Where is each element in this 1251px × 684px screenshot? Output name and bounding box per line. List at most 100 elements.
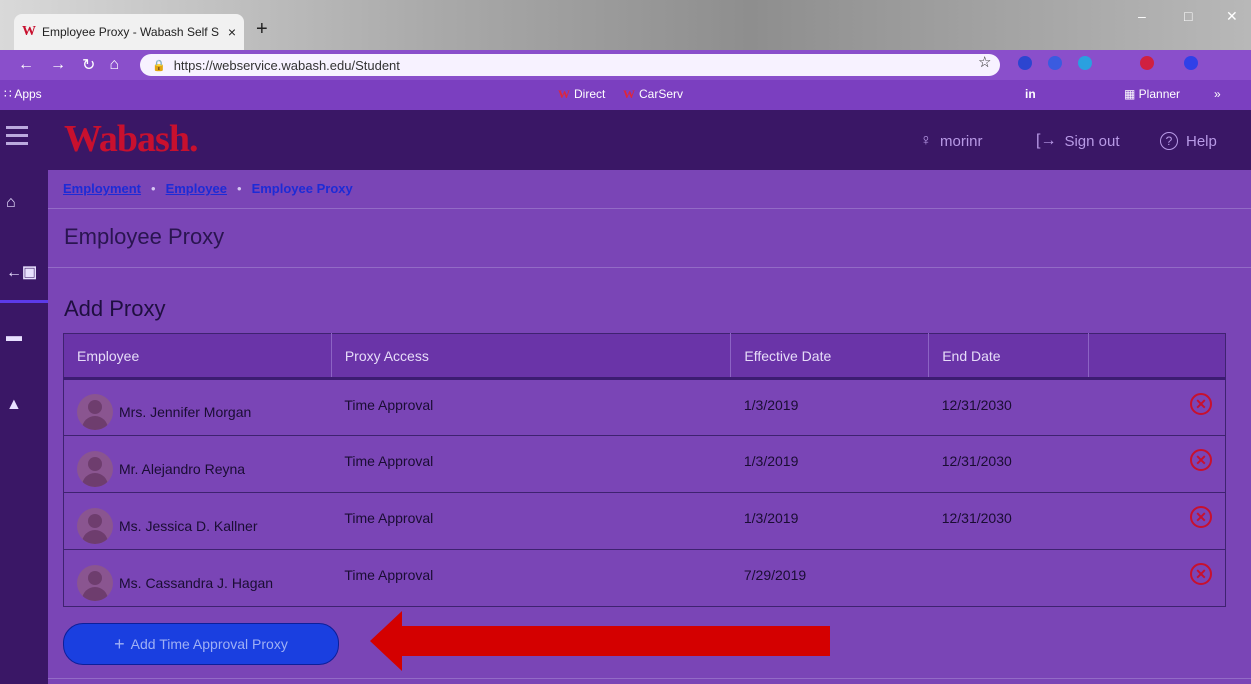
avatar — [77, 450, 113, 487]
sign-out-icon: [→ — [1036, 132, 1057, 149]
proxy-access: Time Approval — [344, 453, 434, 469]
user-menu[interactable]: ♀ morinr — [920, 132, 983, 150]
address-bar-row: ← → ↻ ⌂ 🔒 https://webservice.wabash.edu/… — [0, 50, 1251, 80]
briefcase-icon[interactable]: ▬ — [6, 328, 22, 346]
planner-icon: ▦ — [1124, 87, 1139, 101]
wabash-favicon-icon: W — [22, 24, 36, 39]
proxy-access: Time Approval — [344, 567, 434, 583]
bookmark-planner[interactable]: ▦ Planner — [1124, 87, 1180, 101]
effective-date: 1/3/2019 — [743, 453, 799, 469]
add-time-approval-proxy-button[interactable]: + Add Time Approval Proxy — [63, 623, 339, 665]
maximize-icon[interactable]: □ — [1184, 8, 1192, 24]
annotation-arrow-shape — [370, 611, 830, 671]
apps-grid-icon: ∷ — [4, 87, 15, 101]
column-header-proxy-access: Proxy Access — [331, 333, 732, 380]
profile-icon[interactable] — [1184, 56, 1198, 70]
remove-icon[interactable]: ✕ — [1190, 506, 1212, 528]
extension-icon[interactable] — [1078, 56, 1092, 70]
employee-name: Ms. Jessica D. Kallner — [119, 517, 258, 534]
forward-icon[interactable]: → — [50, 56, 66, 74]
sign-out-link[interactable]: [→ Sign out — [1036, 132, 1120, 150]
divider — [48, 267, 1251, 268]
remove-icon[interactable]: ✕ — [1190, 393, 1212, 415]
remove-icon[interactable]: ✕ — [1190, 449, 1212, 471]
page-title: Employee Proxy — [64, 224, 225, 249]
effective-date: 1/3/2019 — [743, 397, 799, 413]
extension-icon[interactable] — [1018, 56, 1032, 70]
new-tab-icon[interactable]: + — [256, 18, 268, 41]
browser-tab[interactable]: W Employee Proxy - Wabash Self S × — [14, 14, 244, 50]
bookmark-direct[interactable]: W Direct — [558, 87, 605, 102]
column-header-end-date: End Date — [928, 333, 1090, 380]
employee-name: Ms. Cassandra J. Hagan — [119, 574, 274, 591]
proxy-access: Time Approval — [344, 510, 434, 526]
tab-close-icon[interactable]: × — [228, 24, 236, 40]
proxy-access: Time Approval — [344, 397, 434, 413]
tab-title: Employee Proxy - Wabash Self S — [42, 25, 219, 39]
table-row: Mrs. Jennifer Morgan Time Approval 1/3/2… — [64, 379, 1226, 436]
reload-icon[interactable]: ↻ — [82, 55, 95, 75]
avatar — [77, 394, 113, 430]
minimize-icon[interactable]: – — [1138, 8, 1146, 24]
back-icon[interactable]: ← — [18, 56, 34, 74]
section-title: Add Proxy — [64, 296, 166, 321]
table-row: Ms. Cassandra J. Hagan Time Approval 7/2… — [63, 549, 1226, 607]
remove-icon[interactable]: ✕ — [1190, 563, 1212, 585]
avatar — [77, 507, 113, 544]
wabash-favicon-icon: W — [558, 87, 570, 101]
breadcrumb: Employment • Employee • Employee Proxy — [63, 181, 353, 196]
wabash-logo[interactable]: Wabash. — [64, 117, 198, 161]
effective-date: 7/29/2019 — [743, 567, 807, 583]
add-button-label: Add Time Approval Proxy — [130, 636, 288, 652]
effective-date: 1/3/2019 — [743, 510, 799, 526]
lock-icon: 🔒 — [152, 59, 166, 72]
column-header-actions — [1088, 333, 1226, 380]
bookmarks-overflow-icon[interactable]: » — [1214, 87, 1221, 101]
table-row: Mr. Alejandro Reyna Time Approval 1/3/20… — [63, 435, 1226, 493]
browser-tab-bar: W Employee Proxy - Wabash Self S × + – □… — [0, 0, 1251, 50]
linkedin-icon[interactable]: in — [1025, 87, 1036, 101]
breadcrumb-separator: • — [151, 181, 156, 196]
left-nav-rail — [0, 170, 48, 684]
extension-icon[interactable] — [1140, 56, 1154, 70]
divider — [48, 678, 1251, 679]
divider — [48, 208, 1251, 209]
home-page-icon[interactable]: ⌂ — [109, 56, 119, 74]
address-url: https://webservice.wabash.edu/Student — [173, 57, 400, 73]
employee-name: Mr. Alejandro Reyna — [119, 460, 246, 477]
table-row: Ms. Jessica D. Kallner Time Approval 1/3… — [63, 492, 1226, 550]
column-header-effective-date: Effective Date — [730, 333, 930, 380]
breadcrumb-employment[interactable]: Employment — [63, 181, 141, 196]
help-icon: ? — [1160, 132, 1178, 150]
rail-selection-indicator — [0, 300, 48, 303]
bookmark-carserv[interactable]: W CarServ — [623, 87, 683, 102]
end-date: 12/31/2030 — [941, 510, 1012, 526]
bookmark-star-icon[interactable]: ☆ — [978, 53, 991, 71]
home-icon[interactable]: ⌂ — [6, 194, 16, 212]
plus-icon: + — [114, 633, 125, 654]
employee-name: Mrs. Jennifer Morgan — [119, 404, 252, 420]
person-icon[interactable]: ▲ — [6, 396, 22, 414]
bookmark-apps[interactable]: ∷ Apps — [4, 87, 42, 101]
proxy-table: Employee Proxy Access Effective Date End… — [63, 333, 1226, 607]
address-bar[interactable]: 🔒 https://webservice.wabash.edu/Student — [140, 54, 1000, 76]
help-link[interactable]: ? Help — [1160, 132, 1217, 150]
end-date — [942, 550, 1076, 567]
annotation-arrow — [370, 611, 830, 671]
avatar — [77, 564, 113, 601]
extension-icon[interactable] — [1048, 56, 1062, 70]
exit-icon[interactable]: ←▣ — [6, 262, 37, 282]
column-header-employee: Employee — [63, 333, 332, 380]
breadcrumb-current: Employee Proxy — [251, 181, 353, 196]
table-header-row: Employee Proxy Access Effective Date End… — [63, 333, 1226, 380]
menu-icon[interactable] — [6, 126, 28, 150]
breadcrumb-separator: • — [237, 181, 242, 196]
window-close-icon[interactable]: ✕ — [1226, 8, 1238, 25]
end-date: 12/31/2030 — [941, 397, 1012, 413]
breadcrumb-employee[interactable]: Employee — [166, 181, 227, 196]
sign-out-label: Sign out — [1064, 132, 1120, 150]
end-date: 12/31/2030 — [941, 453, 1012, 469]
help-label: Help — [1186, 132, 1217, 150]
user-icon: ♀ — [920, 132, 932, 149]
wabash-favicon-icon: W — [623, 87, 635, 101]
